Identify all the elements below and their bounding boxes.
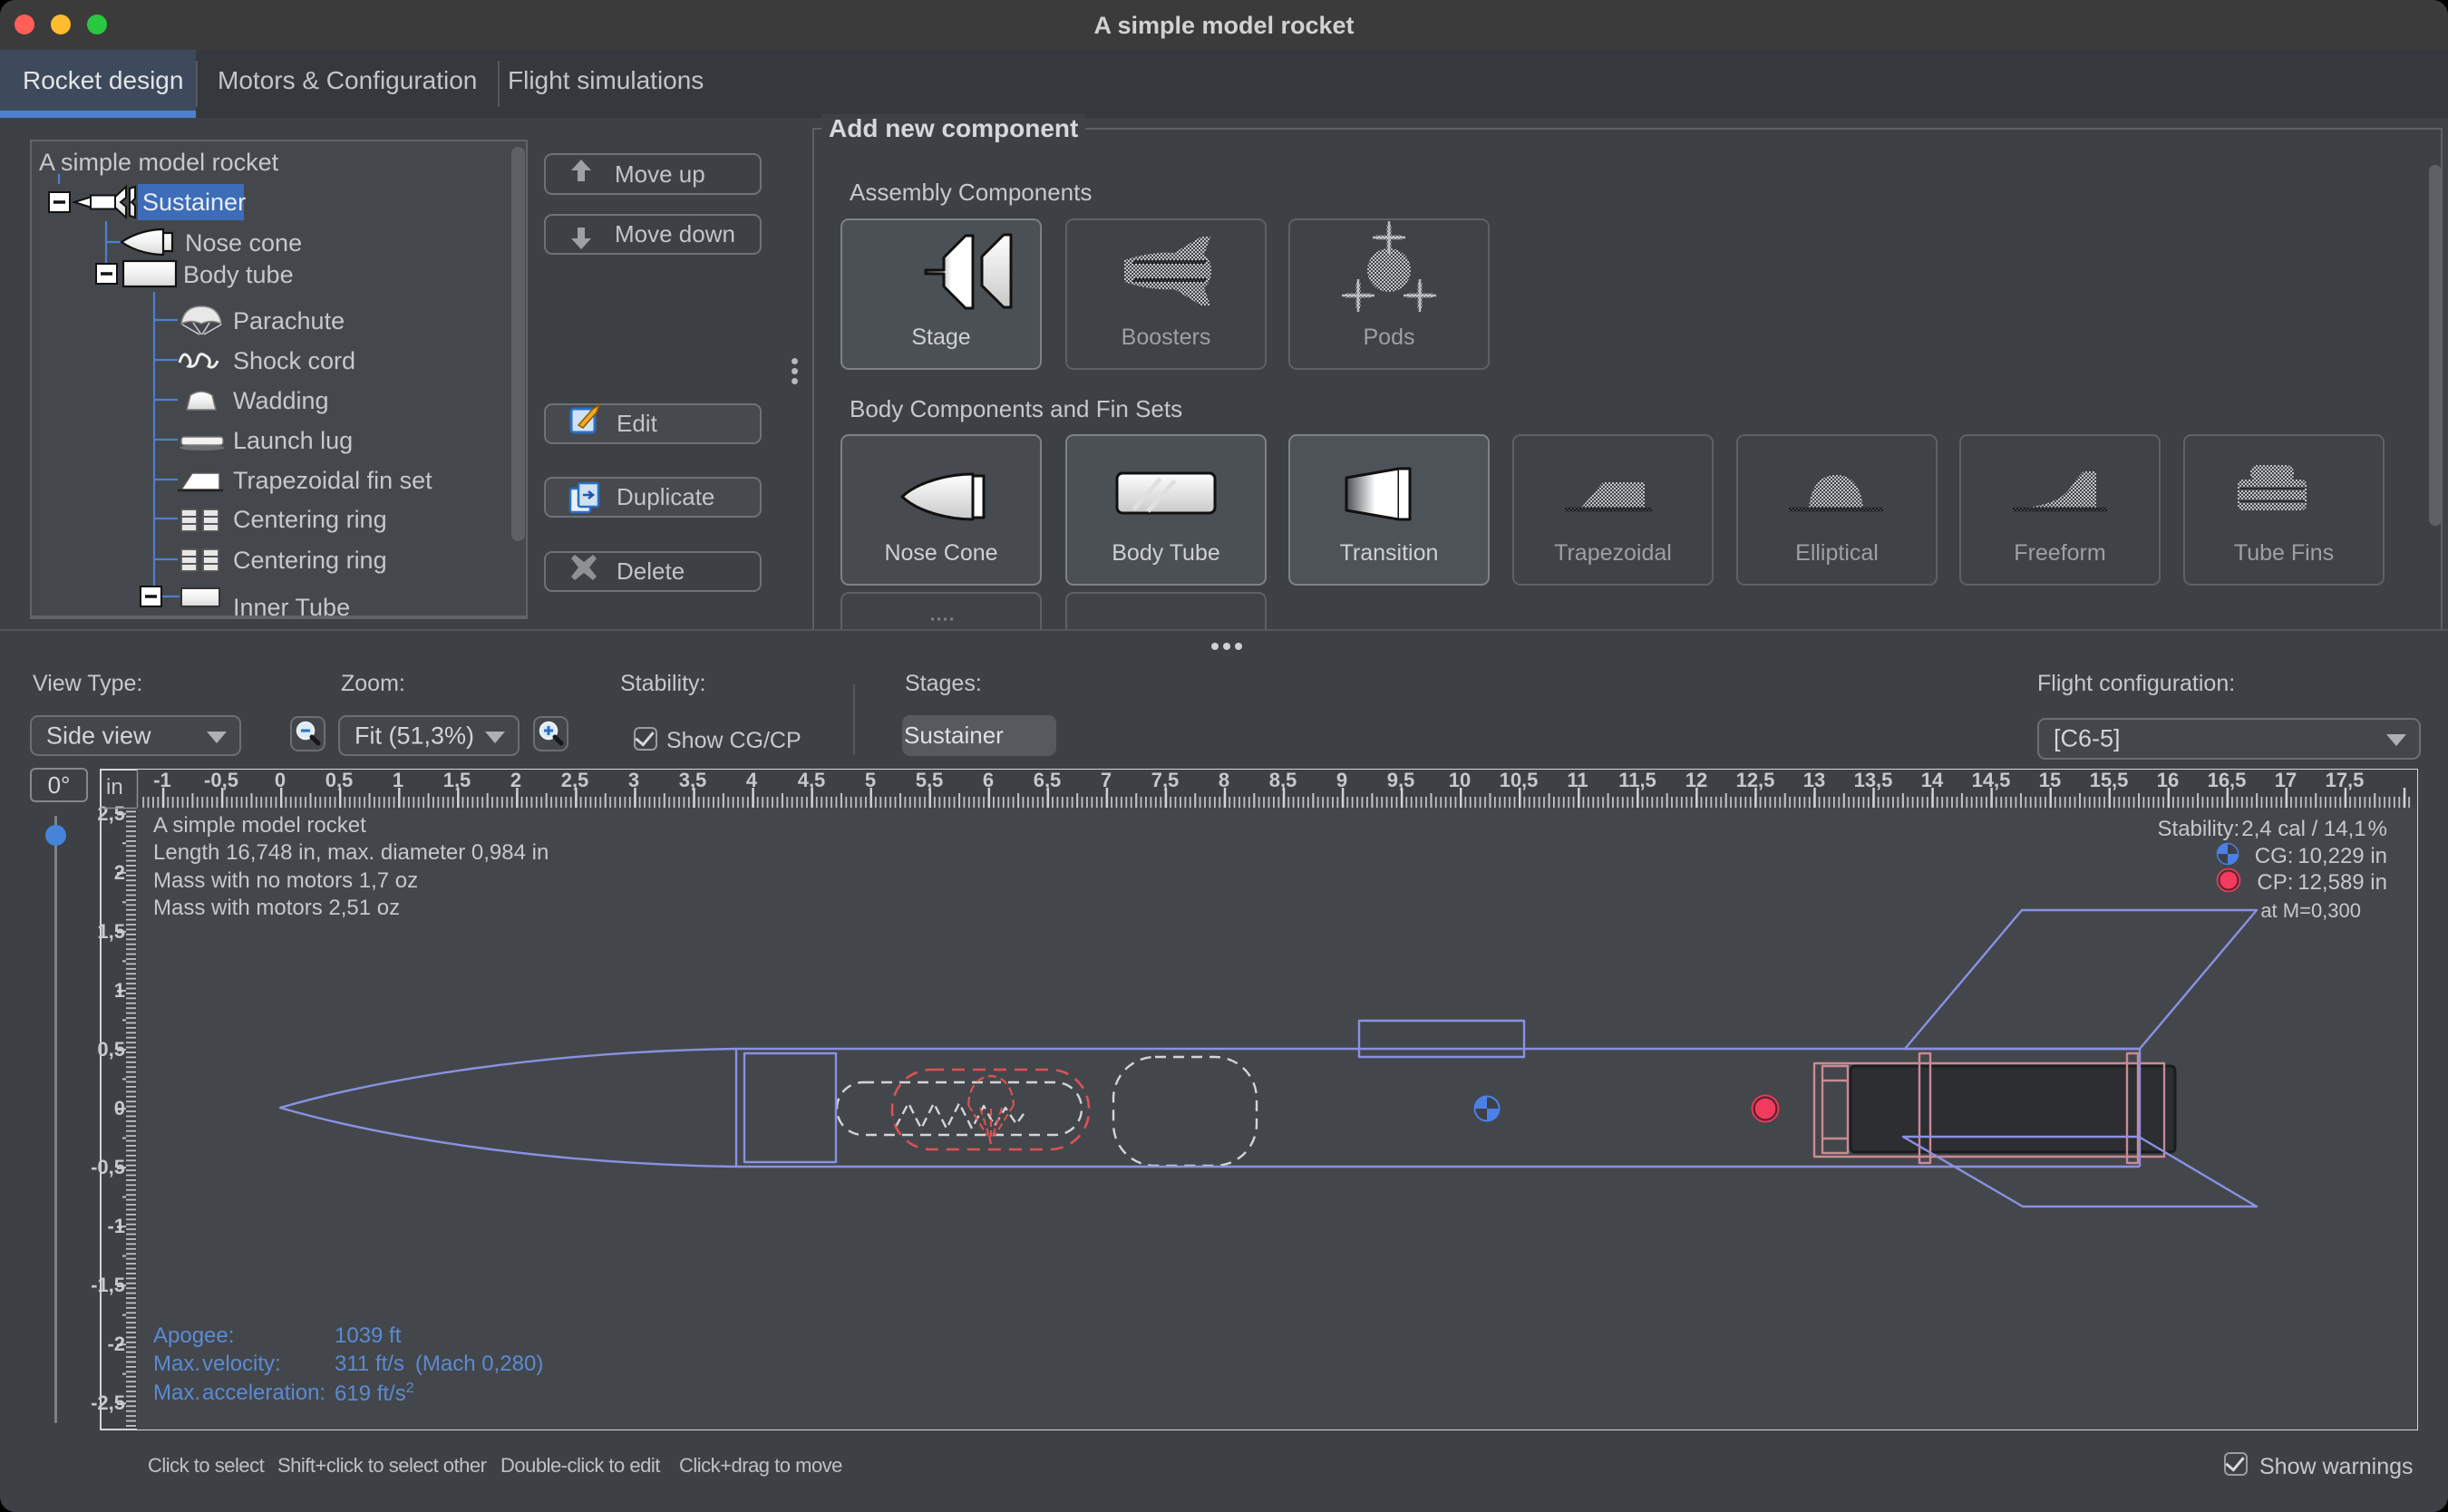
svg-text:10,5: 10,5 — [1500, 769, 1539, 791]
svg-text:-1: -1 — [153, 769, 171, 791]
svg-text:13: 13 — [1803, 769, 1825, 791]
svg-text:17,5: 17,5 — [2326, 769, 2365, 791]
svg-text:15: 15 — [2039, 769, 2061, 791]
svg-text:4,5: 4,5 — [798, 769, 826, 791]
svg-text:13,5: 13,5 — [1854, 769, 1893, 791]
svg-text:3,5: 3,5 — [679, 769, 707, 791]
svg-text:1,5: 1,5 — [443, 769, 471, 791]
svg-text:5: 5 — [865, 769, 876, 791]
svg-text:11: 11 — [1567, 769, 1588, 791]
svg-text:2,5: 2,5 — [561, 769, 589, 791]
svg-text:12,5: 12,5 — [1736, 769, 1775, 791]
svg-text:15,5: 15,5 — [2090, 769, 2129, 791]
svg-text:14: 14 — [1921, 769, 1944, 791]
svg-text:1: 1 — [393, 769, 403, 791]
svg-text:8,5: 8,5 — [1269, 769, 1297, 791]
svg-text:5,5: 5,5 — [916, 769, 944, 791]
svg-text:2: 2 — [510, 769, 521, 791]
svg-text:3: 3 — [628, 769, 639, 791]
svg-text:10: 10 — [1449, 769, 1471, 791]
svg-text:6: 6 — [983, 769, 994, 791]
svg-text:17: 17 — [2275, 769, 2297, 791]
svg-text:6,5: 6,5 — [1034, 769, 1062, 791]
svg-text:16,5: 16,5 — [2208, 769, 2247, 791]
svg-text:4: 4 — [746, 769, 758, 791]
svg-text:9: 9 — [1336, 769, 1347, 791]
svg-text:7: 7 — [1101, 769, 1112, 791]
svg-text:12: 12 — [1685, 769, 1707, 791]
svg-text:9,5: 9,5 — [1387, 769, 1415, 791]
svg-text:16: 16 — [2157, 769, 2179, 791]
svg-text:7,5: 7,5 — [1151, 769, 1180, 791]
svg-text:0,5: 0,5 — [325, 769, 354, 791]
svg-text:8: 8 — [1219, 769, 1229, 791]
svg-text:in: in — [106, 775, 123, 800]
svg-text:11,5: 11,5 — [1618, 769, 1656, 791]
svg-text:-0,5: -0,5 — [204, 769, 238, 791]
svg-text:14,5: 14,5 — [1972, 769, 2011, 791]
svg-text:0: 0 — [275, 769, 286, 791]
